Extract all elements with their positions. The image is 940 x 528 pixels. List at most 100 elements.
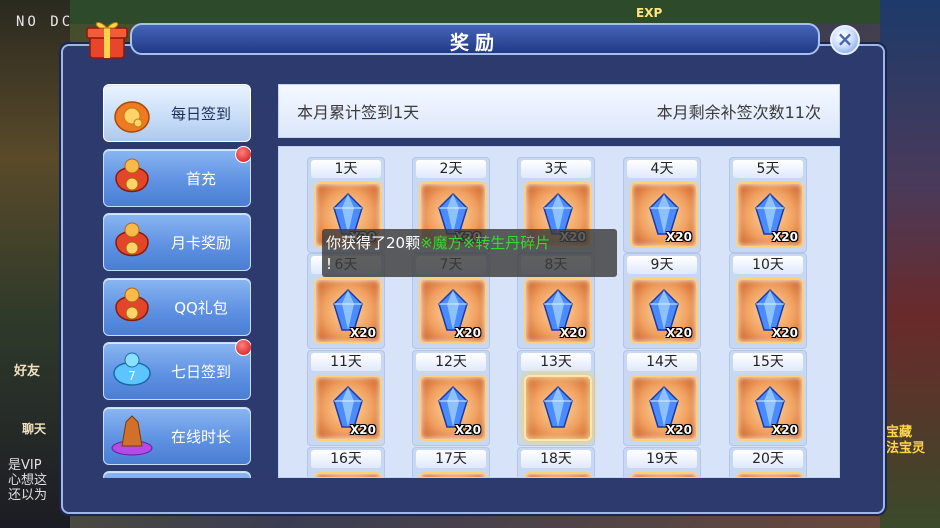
- reward-item[interactable]: X20: [314, 278, 382, 344]
- day-label: 13天: [521, 353, 591, 371]
- close-button[interactable]: ×: [830, 25, 860, 55]
- reward-day-cell[interactable]: 9天 X20: [623, 253, 701, 349]
- gift-box-icon: [86, 22, 128, 59]
- right-hud-text: 宝藏 法宝灵: [886, 425, 925, 457]
- hud-top-left-text: NO DC: [16, 14, 74, 30]
- monthly-signin-count: 本月累计签到1天: [297, 103, 420, 122]
- signin-summary-bar: 本月累计签到1天 本月剩余补签次数11次: [278, 84, 840, 138]
- day-label: 11天: [311, 353, 381, 371]
- day-label: 2天: [416, 160, 486, 178]
- right-hud-line: 法宝灵: [886, 441, 926, 456]
- tab-label: 七日签到: [170, 363, 231, 381]
- reward-day-cell[interactable]: 12天 X20: [412, 350, 490, 446]
- reward-category-sidebar[interactable]: 每日签到 首充 月卡奖励 QQ礼包 7 七日签到 在线时长: [103, 84, 251, 478]
- reward-item[interactable]: X20: [736, 375, 804, 441]
- reward-item[interactable]: X20: [630, 375, 698, 441]
- reward-quantity: X20: [666, 230, 692, 244]
- crystal-icon: [111, 415, 153, 456]
- tab-monthly-card[interactable]: 月卡奖励: [103, 213, 251, 271]
- reward-day-cell[interactable]: 20天: [729, 447, 807, 477]
- reward-day-cell[interactable]: 13天: [517, 350, 595, 446]
- chat-line: 是VIP: [8, 458, 42, 473]
- reward-item[interactable]: [419, 472, 487, 477]
- tab-online-time[interactable]: 在线时长: [103, 407, 251, 465]
- reward-quantity: X20: [772, 230, 798, 244]
- day-label: 9天: [627, 256, 697, 274]
- reward-grid[interactable]: 1天X202天X203天X204天X205天X206天X207天X208天X20…: [278, 146, 840, 478]
- exp-label: EXP: [636, 6, 663, 20]
- reward-day-cell[interactable]: 18天: [517, 447, 595, 477]
- reward-item[interactable]: [736, 472, 804, 477]
- reward-day-cell[interactable]: 14天 X20: [623, 350, 701, 446]
- day-label: 5天: [733, 160, 803, 178]
- reward-day-cell[interactable]: 19天: [623, 447, 701, 477]
- reward-quantity: X20: [455, 326, 481, 340]
- blue-crystal-icon: [543, 385, 573, 428]
- day-label: 18天: [521, 450, 591, 468]
- reward-item[interactable]: X20: [736, 182, 804, 248]
- game-scene-left: [0, 0, 70, 528]
- chat-button[interactable]: 聊天: [22, 420, 46, 437]
- chat-log: 是VIP 心想这 还以为: [8, 458, 47, 503]
- close-icon: ×: [836, 27, 854, 51]
- lucky-bag-icon: [115, 287, 149, 322]
- tab-label: QQ礼包: [174, 299, 228, 317]
- svg-text:7: 7: [128, 369, 136, 383]
- reward-item[interactable]: [524, 472, 592, 477]
- tab-label: 每日签到: [170, 105, 231, 123]
- reward-quantity: X20: [772, 423, 798, 437]
- toast-suffix: !: [326, 255, 333, 273]
- dialog-title-bar: 奖励: [130, 23, 820, 55]
- toast-item-name: ※魔方※转生丹碎片: [420, 234, 551, 252]
- tab-first-charge[interactable]: 首充: [103, 146, 251, 207]
- reward-day-cell[interactable]: 17天: [412, 447, 490, 477]
- reward-item[interactable]: X20: [630, 182, 698, 248]
- remaining-makeup-count: 本月剩余补签次数11次: [656, 103, 821, 122]
- day-label: 3天: [521, 160, 591, 178]
- reward-item[interactable]: X20: [630, 278, 698, 344]
- reward-day-cell[interactable]: 10天 X20: [729, 253, 807, 349]
- day-label: 1天: [311, 160, 381, 178]
- reward-quantity: X20: [350, 423, 376, 437]
- reward-day-cell[interactable]: 11天 X20: [307, 350, 385, 446]
- friend-button[interactable]: 好友: [14, 360, 40, 379]
- day-label: 4天: [627, 160, 697, 178]
- reward-item[interactable]: [524, 375, 592, 441]
- tab-daily-signin[interactable]: 每日签到: [103, 84, 251, 142]
- day-label: 19天: [627, 450, 697, 468]
- tab-label: 月卡奖励: [170, 234, 231, 252]
- tab-seven-day-signin[interactable]: 7 七日签到: [103, 339, 251, 400]
- day-label: 14天: [627, 353, 697, 371]
- notification-badge: [235, 146, 251, 163]
- day-label: 16天: [311, 450, 381, 468]
- reward-toast: 你获得了20颗※魔方※转生丹碎片 !: [322, 229, 617, 277]
- reward-day-cell[interactable]: 4天 X20: [623, 157, 701, 253]
- lucky-bag-icon: [115, 222, 149, 257]
- day-label: 20天: [733, 450, 803, 468]
- reward-day-cell[interactable]: 15天 X20: [729, 350, 807, 446]
- reward-quantity: X20: [560, 326, 586, 340]
- day-label: 15天: [733, 353, 803, 371]
- reward-quantity: X20: [666, 423, 692, 437]
- reward-quantity: X20: [455, 423, 481, 437]
- notification-badge: [235, 339, 251, 356]
- reward-quantity: X20: [666, 326, 692, 340]
- reward-item[interactable]: [630, 472, 698, 477]
- day-label: 10天: [733, 256, 803, 274]
- game-scene-top: [0, 0, 940, 24]
- tab-qq-gift[interactable]: QQ礼包: [103, 278, 251, 336]
- reward-item[interactable]: X20: [524, 278, 592, 344]
- right-hud-line: 宝藏: [886, 425, 913, 440]
- lucky-bag-icon: [115, 158, 149, 193]
- reward-item[interactable]: [314, 472, 382, 477]
- reward-item[interactable]: X20: [419, 278, 487, 344]
- day-label: 12天: [416, 353, 486, 371]
- reward-item[interactable]: X20: [314, 375, 382, 441]
- reward-quantity: X20: [772, 326, 798, 340]
- reward-item[interactable]: X20: [736, 278, 804, 344]
- reward-item[interactable]: X20: [419, 375, 487, 441]
- reward-day-cell[interactable]: 5天 X20: [729, 157, 807, 253]
- tab-more[interactable]: [103, 471, 251, 478]
- reward-quantity: X20: [350, 326, 376, 340]
- reward-day-cell[interactable]: 16天: [307, 447, 385, 477]
